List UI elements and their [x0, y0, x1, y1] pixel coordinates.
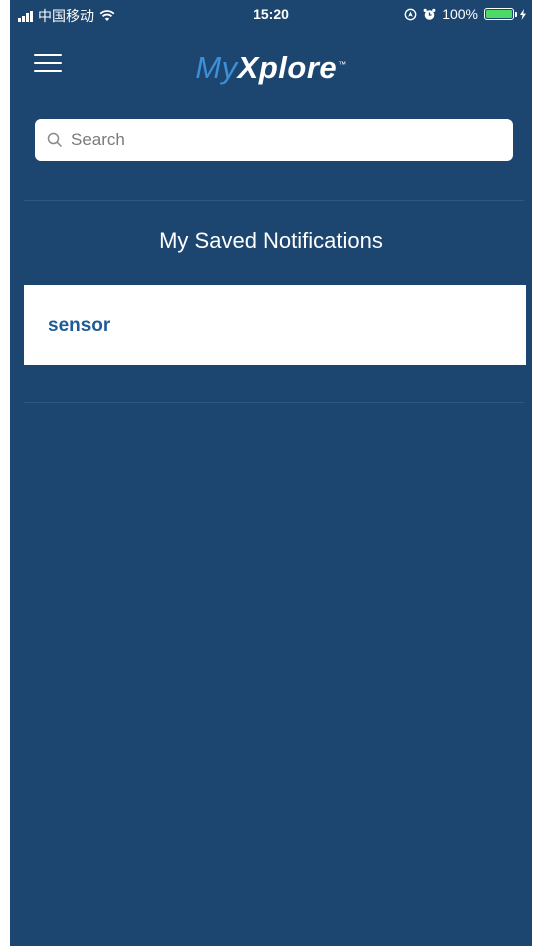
alarm-icon	[423, 8, 436, 20]
battery-percentage: 100%	[442, 6, 478, 22]
saved-notification-label: sensor	[48, 315, 111, 336]
logo-prefix: My	[195, 50, 238, 85]
app-screen: 中国移动 15:20 100% MyXplore™ Search My Save…	[10, 0, 532, 946]
saved-notification-item[interactable]: sensor	[24, 285, 526, 365]
location-icon	[404, 8, 417, 20]
battery-fill	[486, 10, 512, 18]
divider-top	[24, 200, 524, 201]
search-icon	[47, 132, 63, 148]
logo-main: Xplore	[237, 50, 338, 85]
app-header: MyXplore™	[10, 40, 532, 90]
status-right: 100%	[404, 6, 526, 22]
charging-bolt-icon	[520, 8, 526, 20]
search-input[interactable]	[71, 125, 471, 155]
battery-icon	[484, 8, 517, 20]
divider-bottom	[24, 402, 524, 403]
logo-trademark: ™	[338, 59, 347, 69]
app-logo: MyXplore™	[10, 50, 532, 86]
section-title: My Saved Notifications	[159, 228, 383, 253]
search-bar[interactable]	[35, 119, 513, 161]
status-bar: 中国移动 15:20 100%	[10, 0, 532, 28]
